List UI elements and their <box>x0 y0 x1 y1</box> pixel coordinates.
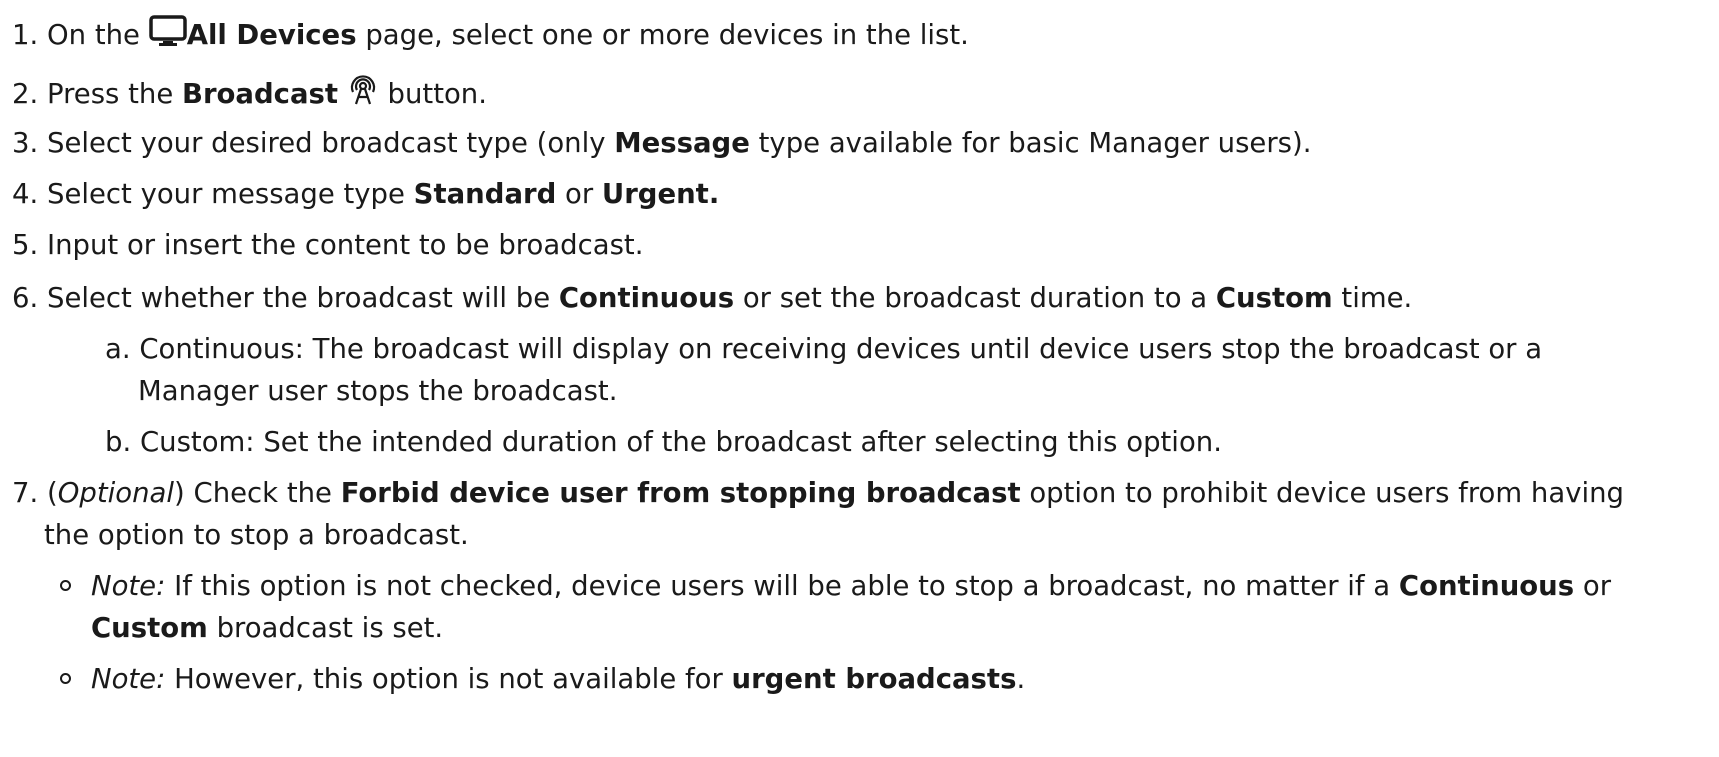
step-text: Press the <box>47 78 182 110</box>
step-number: 6. <box>12 282 39 314</box>
urgent-label: Urgent. <box>601 178 720 210</box>
step-7: 7. (Optional) Check the Forbid device us… <box>12 474 1624 512</box>
substep-text: Custom: Set the intended duration of the… <box>139 426 1222 458</box>
broadcast-icon <box>347 72 379 116</box>
step-4: 4. Select your message type Standard or … <box>12 175 719 213</box>
substep-text: Manager user stops the broadcast. <box>138 375 618 407</box>
step-3: 3. Select your desired broadcast type (o… <box>12 124 1311 162</box>
step-text: Select whether the broadcast will be <box>47 282 559 314</box>
bullet-icon <box>60 580 71 591</box>
step-text: or set the broadcast duration to a <box>734 282 1216 314</box>
step-text: or <box>556 178 602 210</box>
step-text: ) Check the <box>174 477 341 509</box>
note-label: Note: <box>91 663 166 695</box>
step-7-continued: the option to stop a broadcast. <box>44 516 469 554</box>
step-text: Input or insert the content to be broadc… <box>47 229 644 261</box>
note-text: . <box>1016 663 1026 695</box>
bullet-icon <box>60 673 71 684</box>
note-text: However, this option is not available fo… <box>165 663 732 695</box>
step-number: 3. <box>12 127 39 159</box>
standard-label: Standard <box>413 178 557 210</box>
note-1: Note: If this option is not checked, dev… <box>91 567 1611 605</box>
step-2: 2. Press the Broadcast button. <box>12 72 487 116</box>
substep-letter: b. <box>105 426 132 458</box>
note-text: or <box>1574 570 1611 602</box>
forbid-option-label: Forbid device user from stopping broadca… <box>340 477 1021 509</box>
continuous-label: Continuous <box>558 282 735 314</box>
all-devices-label: All Devices <box>186 19 357 51</box>
step-number: 1. <box>12 19 39 51</box>
substep-letter: a. <box>105 333 131 365</box>
step-text: ( <box>47 477 58 509</box>
step-number: 4. <box>12 178 39 210</box>
optional-label: Optional <box>57 477 175 509</box>
substep-a: a. Continuous: The broadcast will displa… <box>105 330 1542 368</box>
step-5: 5. Input or insert the content to be bro… <box>12 226 643 264</box>
monitor-icon <box>148 15 187 57</box>
step-6: 6. Select whether the broadcast will be … <box>12 279 1412 317</box>
note-text: If this option is not checked, device us… <box>165 570 1399 602</box>
step-text: option to prohibit device users from hav… <box>1020 477 1624 509</box>
message-label: Message <box>614 127 750 159</box>
step-number: 5. <box>12 229 39 261</box>
substep-text: Continuous: The broadcast will display o… <box>139 333 1543 365</box>
broadcast-label: Broadcast <box>182 78 339 110</box>
step-number: 2. <box>12 78 39 110</box>
step-text: type available for basic Manager users). <box>749 127 1312 159</box>
step-text: time. <box>1332 282 1413 314</box>
note-text: broadcast is set. <box>207 612 444 644</box>
step-text: the option to stop a broadcast. <box>44 519 469 551</box>
step-text: button. <box>378 78 487 110</box>
note-2: Note: However, this option is not availa… <box>91 660 1025 698</box>
continuous-label: Continuous <box>1398 570 1575 602</box>
step-text: Select your message type <box>47 178 414 210</box>
step-text: On the <box>47 19 140 51</box>
step-1: 1. On the All Devices page, select one o… <box>12 15 969 57</box>
substep-a-continued: Manager user stops the broadcast. <box>138 372 617 410</box>
urgent-broadcasts-label: urgent broadcasts <box>731 663 1017 695</box>
custom-label: Custom <box>1215 282 1333 314</box>
substep-b: b. Custom: Set the intended duration of … <box>105 423 1222 461</box>
note-1-continued: Custom broadcast is set. <box>91 609 443 647</box>
note-label: Note: <box>91 570 166 602</box>
step-text: Select your desired broadcast type (only <box>47 127 615 159</box>
custom-label: Custom <box>91 612 208 644</box>
step-number: 7. <box>12 477 39 509</box>
step-text: page, select one or more devices in the … <box>356 19 969 51</box>
